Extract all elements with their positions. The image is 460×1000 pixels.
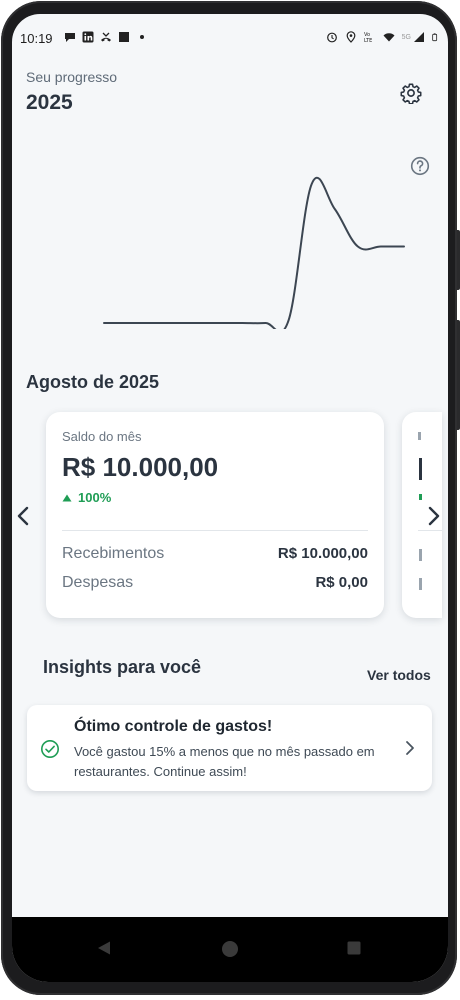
missed-call-icon — [101, 32, 111, 42]
system-navigation-bar — [12, 917, 448, 982]
balance-change: 100% — [62, 490, 111, 505]
signal-icon — [414, 32, 424, 42]
network-label: 5G — [401, 33, 411, 41]
page-subtitle: Seu progresso — [26, 69, 118, 85]
card-divider — [62, 530, 368, 531]
insights-title: Insights para você — [43, 657, 202, 677]
screen: 10:19 Vo LTE 5G Seu progresso 2025 Agost… — [12, 14, 448, 982]
chevron-right-icon — [428, 506, 440, 526]
check-circle-icon — [41, 740, 59, 758]
expenses-value: R$ 0,00 — [315, 574, 368, 591]
status-notification-icons — [64, 31, 148, 43]
insight-card[interactable]: Ótimo controle de gastos! Você gastou 15… — [27, 705, 432, 791]
balance-label: Saldo do mês — [62, 429, 142, 444]
page-title: 2025 — [26, 91, 73, 114]
balance-amount: R$ 10.000,00 — [62, 452, 219, 482]
status-system-icons: Vo LTE 5G — [326, 31, 440, 43]
balance-card[interactable]: Saldo do mês R$ 10.000,00 100% Recebimen… — [46, 412, 384, 618]
see-all-link[interactable]: Ver todos — [367, 667, 431, 683]
chat-icon — [65, 33, 75, 42]
status-bar: 10:19 Vo LTE 5G — [12, 28, 448, 52]
chevron-right-icon — [406, 741, 414, 755]
progress-chart — [103, 176, 405, 329]
chevron-left-icon — [17, 506, 29, 526]
wifi-icon — [383, 33, 395, 42]
peek-row-fragment — [419, 549, 422, 561]
settings-button[interactable] — [398, 80, 424, 106]
income-label: Recebimentos — [62, 545, 165, 562]
triangle-up-icon — [62, 494, 72, 501]
volte-icon: VoLTE — [364, 32, 372, 43]
month-title: Agosto de 2025 — [26, 372, 160, 392]
income-row: Recebimentos R$ 10.000,00 — [62, 545, 368, 563]
location-icon — [346, 31, 356, 43]
device: 10:19 Vo LTE 5G Seu progresso 2025 Agost… — [0, 0, 460, 1000]
next-month-button[interactable] — [423, 501, 445, 531]
peek-amount-fragment — [419, 458, 422, 480]
insight-description: Você gastou 15% a menos que no mês passa… — [74, 744, 375, 779]
home-circle-icon[interactable] — [221, 940, 239, 958]
peek-label-fragment — [418, 432, 421, 440]
expenses-row: Despesas R$ 0,00 — [62, 574, 368, 592]
back-triangle-icon[interactable] — [96, 940, 112, 956]
dot-icon — [140, 35, 144, 39]
alarm-icon — [326, 32, 337, 43]
question-circle-icon — [410, 156, 430, 176]
balance-change-value: 100% — [78, 490, 112, 505]
svg-text:LTE: LTE — [364, 38, 372, 43]
battery-icon — [432, 33, 438, 42]
peek-change-fragment — [419, 494, 422, 500]
linkedin-icon — [82, 31, 94, 43]
expenses-label: Despesas — [62, 574, 134, 591]
gear-icon — [400, 83, 422, 104]
peek-row-fragment — [419, 578, 422, 590]
status-time: 10:19 — [20, 31, 53, 46]
insight-title: Ótimo controle de gastos! — [74, 718, 273, 735]
previous-month-button[interactable] — [12, 501, 34, 531]
recents-square-icon[interactable] — [346, 940, 362, 956]
income-value: R$ 10.000,00 — [277, 545, 368, 562]
chart-series-line — [103, 176, 405, 329]
square-icon — [119, 32, 129, 42]
